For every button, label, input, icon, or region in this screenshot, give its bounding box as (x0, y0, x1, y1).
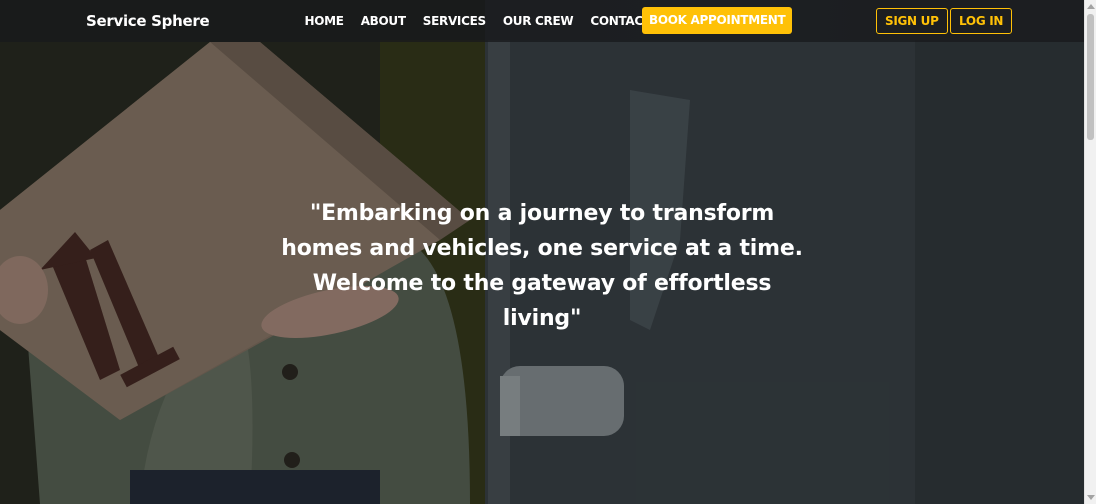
nav-services[interactable]: SERVICES (423, 14, 486, 28)
hero-quote: "Embarking on a journey to transform hom… (281, 201, 803, 331)
nav-links: HOME ABOUT SERVICES OUR CREW CONTACT (296, 0, 659, 42)
nav-home[interactable]: HOME (305, 14, 344, 28)
book-appointment-button[interactable]: BOOK APPOINTMENT (642, 7, 793, 34)
hero-section: "Embarking on a journey to transform hom… (0, 0, 1084, 504)
scroll-up-arrow-icon[interactable] (1087, 4, 1095, 9)
page: "Embarking on a journey to transform hom… (0, 0, 1096, 504)
brand-logo[interactable]: Service Sphere (86, 12, 210, 30)
scroll-down-arrow-icon[interactable] (1087, 495, 1095, 500)
vertical-scrollbar[interactable] (1084, 0, 1096, 504)
navbar: Service Sphere HOME ABOUT SERVICES OUR C… (0, 0, 1084, 42)
log-in-button[interactable]: LOG IN (950, 8, 1013, 34)
nav-our-crew[interactable]: OUR CREW (503, 14, 574, 28)
scroll-thumb[interactable] (1087, 14, 1094, 140)
sign-up-button[interactable]: SIGN UP (876, 8, 948, 34)
nav-about[interactable]: ABOUT (361, 14, 406, 28)
